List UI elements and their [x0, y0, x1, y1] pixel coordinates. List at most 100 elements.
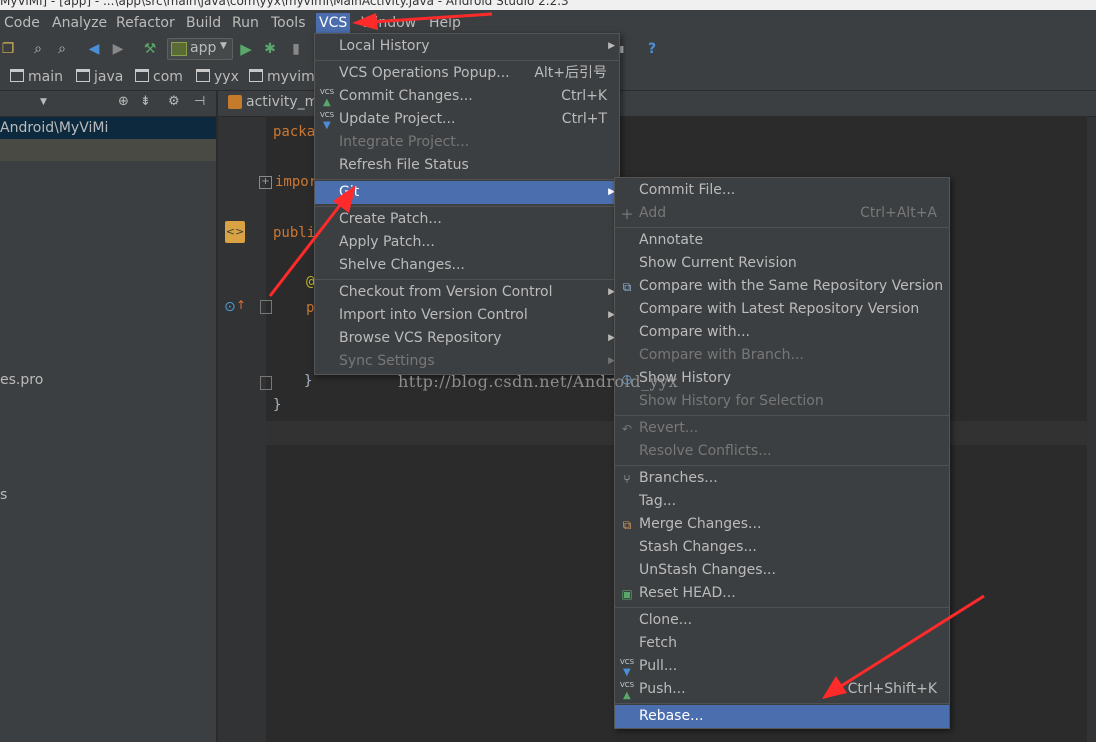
project-root-item[interactable]: Android\MyViMi: [0, 117, 216, 139]
run-configuration-select[interactable]: app ▼: [167, 38, 233, 60]
breadcrumb-java[interactable]: java: [76, 68, 123, 86]
menu-analyze[interactable]: Analyze: [50, 13, 109, 33]
menu-item-shelve-changes[interactable]: Shelve Changes...: [315, 254, 619, 277]
menu-item-merge-changes[interactable]: ⧉ Merge Changes...: [615, 513, 949, 536]
debug-icon[interactable]: ✱: [262, 41, 278, 57]
search-icon[interactable]: ⌕: [30, 41, 46, 57]
menu-separator: [315, 206, 619, 207]
menu-item-commit-file[interactable]: Commit File...: [615, 179, 949, 202]
menu-item-local-history[interactable]: Local History ▶: [315, 35, 619, 58]
reset-icon: ▣: [621, 587, 633, 601]
code-line-import: impor: [275, 174, 318, 190]
breadcrumb-yyx[interactable]: yyx: [196, 68, 239, 86]
project-file-item[interactable]: s: [0, 487, 7, 503]
chevron-down-icon[interactable]: ▼: [40, 97, 47, 107]
breadcrumb-main[interactable]: main: [10, 68, 63, 86]
profile-icon[interactable]: ▮: [288, 41, 304, 57]
vcs-menu: Local History ▶ VCS Operations Popup... Al…: [314, 33, 620, 375]
menu-item-browse-vcs-repository[interactable]: Browse VCS Repository ▶: [315, 327, 619, 350]
plus-icon: +: [620, 205, 634, 223]
menu-separator: [615, 607, 949, 608]
revert-icon: ↶: [621, 422, 633, 436]
layout-file-icon: [228, 95, 242, 109]
menu-item-show-current-revision[interactable]: Show Current Revision: [615, 252, 949, 275]
editor-gutter: [218, 117, 266, 742]
menu-item-rebase[interactable]: Rebase...: [615, 705, 949, 728]
menu-build[interactable]: Build: [184, 13, 223, 33]
menu-code[interactable]: Code: [2, 13, 42, 33]
layout-preview-icon[interactable]: <>: [225, 221, 245, 243]
menu-item-compare-latest-repo-version[interactable]: Compare with Latest Repository Version: [615, 298, 949, 321]
copy-icon[interactable]: ❐: [0, 41, 16, 57]
menu-window[interactable]: Window: [359, 13, 418, 33]
override-method-icon[interactable]: ⊙: [224, 299, 236, 315]
menu-item-git[interactable]: Git ▶: [315, 181, 619, 204]
menu-item-clone[interactable]: Clone...: [615, 609, 949, 632]
fold-marker-icon[interactable]: [260, 376, 272, 390]
code-line-close-brace: }: [273, 397, 282, 413]
menu-item-vcs-operations-popup[interactable]: VCS Operations Popup... Alt+后引号: [315, 62, 619, 85]
compare-icon: ⧉: [622, 280, 632, 294]
menu-item-compare-same-repo-version[interactable]: ⧉ Compare with the Same Repository Versio…: [615, 275, 949, 298]
window-title: MyViMi] - [app] - ...\app\src\main\java\…: [0, 0, 569, 8]
menu-item-push[interactable]: VCS ▲ Push... Ctrl+Shift+K: [615, 678, 949, 701]
menu-refactor[interactable]: Refactor: [114, 13, 177, 33]
forward-icon[interactable]: ▶: [110, 41, 126, 57]
back-icon[interactable]: ◀: [86, 41, 102, 57]
breadcrumb-myvimi[interactable]: myvimi: [249, 68, 319, 86]
menu-item-fetch[interactable]: Fetch: [615, 632, 949, 655]
menu-item-update-project[interactable]: VCS ▼ Update Project... Ctrl+T: [315, 108, 619, 131]
code-line-public: publi: [273, 225, 316, 241]
menu-separator: [615, 465, 949, 466]
git-submenu: Commit File... + Add Ctrl+Alt+A Annotate S…: [614, 177, 950, 729]
make-project-icon[interactable]: ⚒: [142, 41, 158, 57]
folder-icon: [10, 69, 24, 82]
hide-panel-icon[interactable]: ⊣: [194, 94, 205, 109]
project-file-item[interactable]: es.pro: [0, 372, 43, 388]
merge-icon: ⧉: [622, 518, 632, 532]
menu-item-branches[interactable]: ⑂ Branches...: [615, 467, 949, 490]
fold-expand-icon[interactable]: +: [259, 176, 272, 189]
menu-item-create-patch[interactable]: Create Patch...: [315, 208, 619, 231]
help-icon[interactable]: ?: [644, 41, 660, 57]
folder-icon: [76, 69, 90, 82]
menu-item-refresh-file-status[interactable]: Refresh File Status: [315, 154, 619, 177]
menu-item-tag[interactable]: Tag...: [615, 490, 949, 513]
menu-help[interactable]: Help: [427, 13, 463, 33]
menu-bar: Code Analyze Refactor Build Run Tools VC…: [0, 10, 1096, 34]
breadcrumb-com[interactable]: com: [135, 68, 183, 86]
menu-separator: [315, 179, 619, 180]
replace-icon[interactable]: ⌕: [54, 41, 70, 57]
menu-item-reset-head[interactable]: ▣ Reset HEAD...: [615, 582, 949, 605]
menu-item-show-history-for-selection: Show History for Selection: [639, 393, 824, 409]
menu-item-sync-settings: Sync Settings ▶: [315, 350, 619, 373]
menu-item-pull[interactable]: VCS ▼ Pull...: [615, 655, 949, 678]
editor-scrollbar[interactable]: [1087, 117, 1096, 742]
project-selected-row[interactable]: [0, 139, 216, 161]
project-panel-header: ▼ ⊕ ⇟ ⚙ ⊣: [0, 91, 216, 117]
gear-icon[interactable]: ⚙: [168, 94, 180, 109]
fold-marker-icon[interactable]: [260, 300, 272, 314]
scroll-from-source-icon[interactable]: ⊕: [118, 94, 129, 109]
menu-item-apply-patch[interactable]: Apply Patch...: [315, 231, 619, 254]
menu-item-stash-changes[interactable]: Stash Changes...: [615, 536, 949, 559]
menu-item-unstash-changes[interactable]: UnStash Changes...: [615, 559, 949, 582]
collapse-all-icon[interactable]: ⇟: [140, 94, 151, 109]
submenu-arrow-icon: ▶: [608, 41, 615, 51]
menu-separator: [315, 60, 619, 61]
menu-item-annotate[interactable]: Annotate: [615, 229, 949, 252]
vcs-commit-icon: VCS ▲: [320, 88, 335, 109]
menu-run[interactable]: Run: [230, 13, 261, 33]
up-arrow-icon: ↑: [236, 298, 247, 312]
menu-item-commit-changes[interactable]: VCS ▲ Commit Changes... Ctrl+K: [315, 85, 619, 108]
run-icon[interactable]: ▶: [238, 41, 254, 57]
menu-vcs[interactable]: VCS: [316, 13, 351, 33]
menu-tools[interactable]: Tools: [269, 13, 308, 33]
menu-item-integrate-project: Integrate Project...: [339, 134, 470, 150]
menu-item-checkout-from-vcs[interactable]: Checkout from Version Control ▶: [315, 281, 619, 304]
menu-item-resolve-conflicts: Resolve Conflicts...: [639, 443, 772, 459]
menu-item-add: + Add Ctrl+Alt+A: [620, 205, 937, 223]
code-line-close-brace: }: [304, 373, 313, 389]
menu-item-import-into-vcs[interactable]: Import into Version Control ▶: [315, 304, 619, 327]
menu-item-compare-with[interactable]: Compare with...: [615, 321, 949, 344]
